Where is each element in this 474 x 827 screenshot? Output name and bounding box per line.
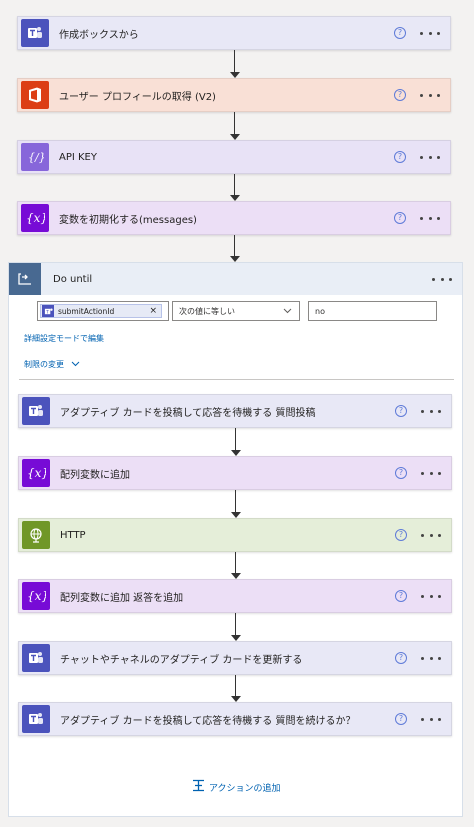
more-options-menu[interactable] <box>421 656 441 660</box>
step-title: アダプティブ カードを投稿して応答を待機する 質問を続けるか？ <box>60 715 356 727</box>
add-action-icon <box>192 779 205 795</box>
more-options-menu[interactable] <box>420 31 440 35</box>
connector-line <box>234 174 235 196</box>
svg-text:{x}: {x} <box>27 589 46 603</box>
chevron-down-icon <box>71 360 80 369</box>
add-action-label: アクションの追加 <box>209 783 281 794</box>
step-title: チャットやチャネルのアダプティブ カードを更新する <box>60 654 303 666</box>
help-icon[interactable]: ? <box>394 27 406 39</box>
inner-step-card[interactable]: アダプティブ カードを投稿して応答を待機する 質問を続けるか？? <box>18 702 452 736</box>
connector-line <box>234 50 235 73</box>
help-icon[interactable]: ? <box>395 652 407 664</box>
step-title: アダプティブ カードを投稿して応答を待機する 質問投稿 <box>60 407 316 419</box>
change-limits-label: 制限の変更 <box>24 360 64 369</box>
help-icon[interactable]: ? <box>394 89 406 101</box>
teams-icon <box>22 705 50 733</box>
step-title: ユーザー プロフィールの取得 (V2) <box>59 91 216 103</box>
condition-left-field[interactable]: T submitActionId × <box>37 301 169 321</box>
more-options-menu[interactable] <box>420 216 440 220</box>
svg-text:T: T <box>45 309 49 315</box>
teams-icon <box>21 19 49 47</box>
divider <box>19 379 454 380</box>
step-title: HTTP <box>60 529 86 541</box>
help-icon[interactable]: ? <box>395 467 407 479</box>
more-options-menu[interactable] <box>421 471 441 475</box>
connector-line <box>235 552 236 574</box>
top-step-card[interactable]: {∕} API KEY? <box>17 140 451 174</box>
token-remove-button[interactable]: × <box>149 306 157 316</box>
more-options-menu[interactable] <box>421 409 441 413</box>
teams-icon: T <box>42 305 54 317</box>
help-icon[interactable]: ? <box>394 212 406 224</box>
help-icon[interactable]: ? <box>394 151 406 163</box>
do-until-title: Do until <box>53 273 93 285</box>
help-icon[interactable]: ? <box>395 713 407 725</box>
inner-step-card[interactable]: {x} 配列変数に追加? <box>18 456 452 490</box>
variable-icon: {x} <box>22 459 50 487</box>
step-title: API KEY <box>59 151 97 163</box>
top-step-card[interactable]: ユーザー プロフィールの取得 (V2)? <box>17 78 451 112</box>
connector-line <box>234 235 235 257</box>
office-icon <box>21 81 49 109</box>
more-options-menu[interactable] <box>420 93 440 97</box>
do-until-scope: Do until T submitActionId × 次の値に等しい no 詳… <box>8 262 463 817</box>
do-until-header[interactable]: Do until <box>9 263 462 295</box>
teams-icon <box>22 644 50 672</box>
help-icon[interactable]: ? <box>395 529 407 541</box>
svg-text:{∕}: {∕} <box>28 151 44 164</box>
more-options-menu[interactable] <box>420 155 440 159</box>
more-options-menu[interactable] <box>421 594 441 598</box>
dynamic-content-token[interactable]: T submitActionId × <box>40 304 162 318</box>
condition-value: no <box>315 306 325 316</box>
connector-line <box>234 112 235 135</box>
inner-step-card[interactable]: アダプティブ カードを投稿して応答を待機する 質問投稿? <box>18 394 452 428</box>
globe-icon <box>22 521 50 549</box>
help-icon[interactable]: ? <box>395 590 407 602</box>
variable-icon: {x} <box>22 582 50 610</box>
condition-value-input[interactable]: no <box>308 301 437 321</box>
step-title: 配列変数に追加 返答を追加 <box>60 592 184 604</box>
expression-icon: {∕} <box>21 143 49 171</box>
step-title: 作成ボックスから <box>59 29 139 41</box>
svg-text:{x}: {x} <box>27 466 46 480</box>
chevron-down-icon <box>283 307 292 316</box>
step-title: 変数を初期化する(messages) <box>59 214 197 226</box>
step-title: 配列変数に追加 <box>60 469 130 481</box>
change-limits-link[interactable]: 制限の変更 <box>24 359 80 370</box>
svg-text:{x}: {x} <box>26 211 45 225</box>
top-step-card[interactable]: {x} 変数を初期化する(messages)? <box>17 201 451 235</box>
variable-icon: {x} <box>21 204 49 232</box>
connector-line <box>235 428 236 451</box>
connector-line <box>235 613 236 636</box>
operator-value: 次の値に等しい <box>179 306 235 316</box>
token-label: submitActionId <box>58 306 115 316</box>
teams-icon <box>22 397 50 425</box>
advanced-mode-link[interactable]: 詳細設定モードで編集 <box>24 333 104 344</box>
add-action-button[interactable]: アクションの追加 <box>192 779 281 795</box>
more-options-menu[interactable] <box>421 533 441 537</box>
condition-operator-select[interactable]: 次の値に等しい <box>172 301 300 321</box>
top-step-card[interactable]: 作成ボックスから? <box>17 16 451 50</box>
more-options-menu[interactable] <box>421 717 441 721</box>
help-icon[interactable]: ? <box>395 405 407 417</box>
connector-line <box>235 490 236 513</box>
connector-line <box>235 675 236 697</box>
do-until-more-menu[interactable] <box>432 277 452 281</box>
inner-step-card[interactable]: チャットやチャネルのアダプティブ カードを更新する? <box>18 641 452 675</box>
inner-step-card[interactable]: HTTP? <box>18 518 452 552</box>
inner-step-card[interactable]: {x} 配列変数に追加 返答を追加? <box>18 579 452 613</box>
loop-icon <box>9 263 41 295</box>
